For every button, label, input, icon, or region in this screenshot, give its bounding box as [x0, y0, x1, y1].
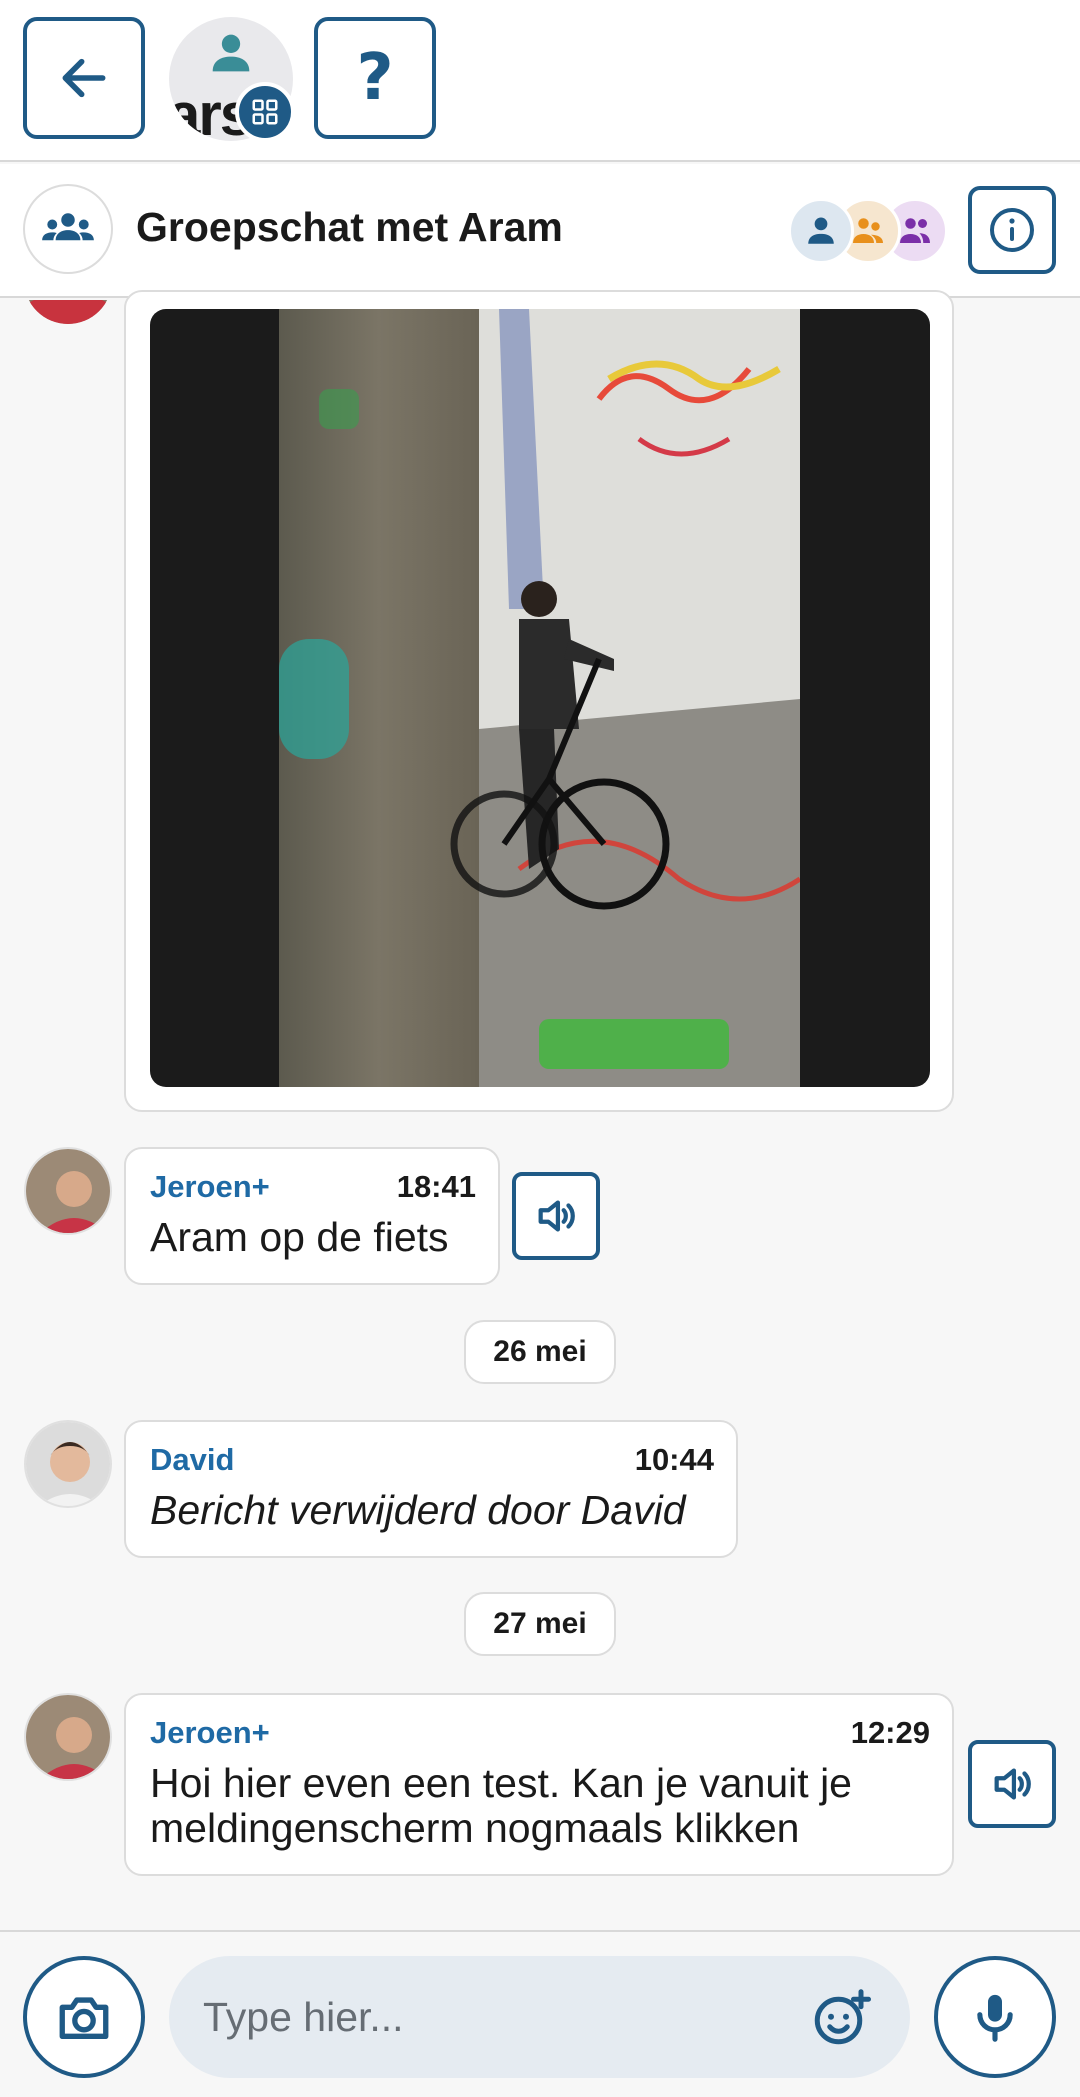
message-input-wrapper — [169, 1956, 910, 2078]
user-icon — [212, 34, 250, 72]
emoji-button[interactable] — [809, 1986, 873, 2050]
top-bar: ars ? — [0, 0, 1080, 162]
chat-title: Groepschat met Aram — [136, 204, 563, 250]
apps-grid-icon[interactable] — [235, 82, 295, 142]
message-sender: David — [150, 1442, 235, 1477]
group-icon — [42, 213, 94, 241]
date-separator: 27 mei — [464, 1592, 616, 1656]
microphone-icon — [977, 1994, 1013, 2042]
message-bubble[interactable]: Jeroen+ 12:29 Hoi hier even een test. Ka… — [124, 1693, 954, 1876]
speaker-icon — [538, 1200, 575, 1232]
speaker-icon — [994, 1768, 1031, 1800]
camera-button[interactable] — [23, 1956, 145, 2078]
info-icon — [990, 208, 1034, 252]
message-text-deleted: Bericht verwijderd door David — [150, 1487, 686, 1533]
message-sender: Jeroen+ — [150, 1169, 270, 1204]
avatar-jeroen — [24, 1147, 112, 1235]
message-time: 18:41 — [396, 1169, 476, 1204]
message-image[interactable] — [150, 309, 930, 1087]
microphone-button[interactable] — [934, 1956, 1056, 2078]
help-button[interactable]: ? — [314, 17, 436, 139]
message-composer — [0, 1930, 1080, 2097]
message-bubble[interactable]: David 10:44 Bericht verwijderd door Davi… — [124, 1420, 738, 1558]
camera-icon — [59, 1997, 109, 2039]
message-time: 12:29 — [850, 1715, 930, 1750]
message-bubble[interactable]: Jeroen+ 18:41 Aram op de fiets — [124, 1147, 500, 1285]
chat-header: Groepschat met Aram — [0, 164, 1080, 298]
date-separator: 26 mei — [464, 1320, 616, 1384]
participant-user-icon — [788, 198, 854, 264]
message-input[interactable] — [203, 1956, 803, 2078]
message-sender: Jeroen+ — [150, 1715, 270, 1750]
message-time: 10:44 — [634, 1442, 714, 1477]
message-text: Aram op de fiets — [150, 1214, 449, 1260]
avatar-jeroen — [24, 1693, 112, 1781]
photo-bmx-rider-image — [279, 309, 800, 1087]
read-aloud-button[interactable] — [512, 1172, 600, 1260]
read-aloud-button[interactable] — [968, 1740, 1056, 1828]
arrow-left-icon — [62, 58, 106, 98]
help-label: ? — [356, 41, 394, 115]
group-avatar[interactable] — [23, 184, 113, 274]
back-button[interactable] — [23, 17, 145, 139]
info-button[interactable] — [968, 186, 1056, 274]
emoji-add-icon — [814, 1989, 871, 2045]
avatar-david — [24, 1420, 112, 1508]
message-text: Hoi hier even een test. Kan je vanuit je… — [150, 1760, 852, 1851]
